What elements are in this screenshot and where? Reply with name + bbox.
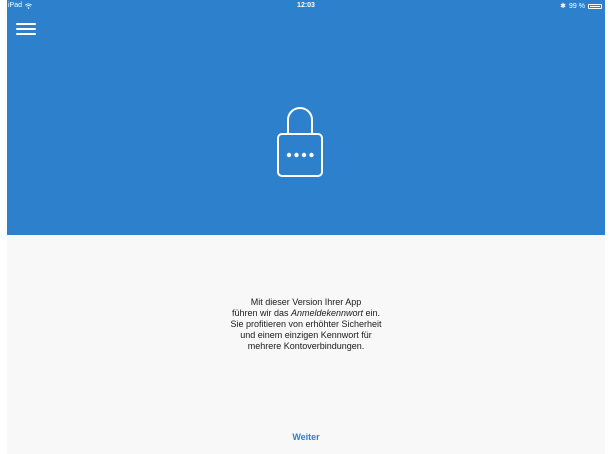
battery-icon: [588, 3, 602, 9]
intro-line-2-after: ein.: [363, 308, 381, 318]
continue-button[interactable]: Weiter: [7, 432, 605, 442]
status-bar: iPad 12:03 ✱ 99 %: [7, 0, 605, 12]
battery-fill: [590, 5, 600, 7]
content-area: Mit dieser Version Ihrer App führen wir …: [7, 235, 605, 454]
battery-percent: 99 %: [569, 2, 585, 10]
intro-line-2: führen wir das Anmeldekennwort ein.: [7, 308, 605, 319]
intro-line-2-before: führen wir das: [231, 308, 291, 318]
intro-line-3: Sie profitieren von erhöhter Sicherheit: [230, 319, 382, 329]
hamburger-menu-icon: [16, 33, 36, 35]
hero-banner: iPad 12:03 ✱ 99 %: [7, 0, 605, 235]
intro-line-5: mehrere Kontoverbindungen.: [247, 341, 365, 351]
app-screen: iPad 12:03 ✱ 99 % Mit dieser Version Ihr…: [0, 0, 612, 454]
hamburger-menu-icon: [16, 23, 36, 25]
bluetooth-icon: ✱: [560, 3, 567, 10]
intro-line-1: Mit dieser Version Ihrer App: [250, 297, 362, 307]
intro-emphasis: Anmeldekennwort: [290, 308, 364, 318]
status-time: 12:03: [297, 2, 315, 9]
lock-icon: [276, 100, 324, 178]
intro-text: Mit dieser Version Ihrer App führen wir …: [7, 297, 605, 352]
status-right: ✱ 99 %: [560, 2, 602, 10]
intro-line-4: und einem einzigen Kennwort für: [240, 330, 372, 340]
menu-button[interactable]: [16, 23, 36, 37]
hamburger-menu-icon: [16, 28, 36, 30]
